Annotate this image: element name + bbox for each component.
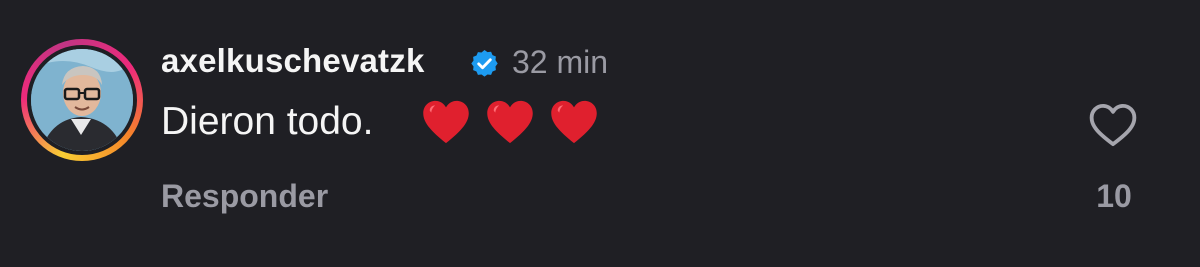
verified-badge-icon — [471, 49, 498, 77]
reply-button[interactable]: Responder — [161, 178, 328, 215]
red-heart-emoji-icon — [551, 100, 597, 144]
like-heart-icon[interactable] — [1086, 98, 1140, 152]
comment-text: Dieron todo. — [161, 100, 374, 143]
comment-timestamp: 32 min — [512, 44, 609, 80]
avatar-image — [31, 49, 133, 151]
avatar[interactable] — [21, 39, 143, 161]
red-heart-emoji-icon — [487, 100, 533, 144]
red-heart-emoji-icon — [423, 100, 469, 144]
comment-username[interactable]: axelkuschevatzk — [161, 42, 425, 80]
comment-emojis — [420, 96, 600, 152]
like-count[interactable]: 10 — [1092, 178, 1136, 215]
comment-row: axelkuschevatzk 32 min Dieron todo. Resp… — [0, 0, 1200, 267]
